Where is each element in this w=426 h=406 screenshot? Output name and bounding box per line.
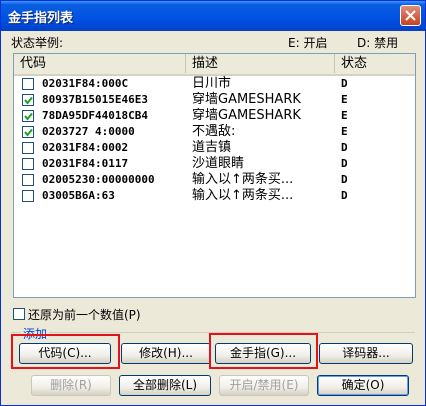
row-description: 道吉镇 bbox=[192, 140, 232, 155]
checkmark-icon bbox=[24, 112, 33, 121]
restore-label: 还原为前一个数值(P) bbox=[28, 308, 141, 322]
row-checkbox[interactable] bbox=[22, 78, 34, 90]
row-description: 输入以↑两条买... bbox=[192, 172, 294, 187]
row-checkbox[interactable] bbox=[22, 110, 34, 122]
row-status: D bbox=[341, 141, 348, 154]
column-header-status[interactable]: 状态 bbox=[335, 54, 415, 73]
row-status: D bbox=[341, 173, 348, 186]
checkmark-icon bbox=[24, 96, 33, 105]
row-checkbox[interactable] bbox=[22, 94, 34, 106]
delete-all-button[interactable]: 全部删除(L) bbox=[119, 375, 211, 396]
close-icon bbox=[405, 10, 416, 21]
restore-checkbox[interactable] bbox=[13, 308, 25, 320]
table-row[interactable]: 02031F84:000C 日川市 D bbox=[14, 76, 415, 92]
delete-button[interactable]: 删除(R) bbox=[31, 375, 111, 396]
row-code: 02031F84:0117 bbox=[42, 157, 129, 170]
decoder-button[interactable]: 译码器... bbox=[319, 343, 413, 364]
column-header-code[interactable]: 代码 bbox=[14, 54, 186, 73]
row-code: 0203727 4:0000 bbox=[42, 125, 135, 138]
ok-button[interactable]: 确定(O) bbox=[317, 375, 409, 396]
table-row[interactable]: 0203727 4:0000 不遇敌: E bbox=[14, 124, 415, 140]
table-row[interactable]: 03005B6A:63 输入以↑两条买... D bbox=[14, 188, 415, 204]
status-legend-enabled: E: 开启 bbox=[288, 36, 328, 50]
row-description: 输入以↑两条买... bbox=[192, 188, 294, 203]
row-status: D bbox=[341, 189, 348, 202]
toggle-button[interactable]: 开启/禁用(E) bbox=[219, 375, 309, 396]
table-row[interactable]: 78DA95DF44018CB4 穿墙GAMESHARK E bbox=[14, 108, 415, 124]
row-description: 日川市 bbox=[192, 76, 232, 91]
window-title: 金手指列表 bbox=[8, 11, 74, 26]
row-status: E bbox=[341, 109, 348, 122]
status-legend-disabled: D: 禁用 bbox=[357, 36, 399, 50]
restore-previous-value[interactable]: 还原为前一个数值(P) bbox=[13, 306, 141, 323]
table-row[interactable]: 80937B15015E46E3 穿墙GAMESHARK E bbox=[14, 92, 415, 108]
row-description: 不遇敌: bbox=[192, 124, 236, 139]
highlight-box-cheat bbox=[209, 333, 318, 369]
table-row[interactable]: 02005230:00000000 输入以↑两条买... D bbox=[14, 172, 415, 188]
row-description: 穿墙GAMESHARK bbox=[192, 92, 301, 107]
row-code: 03005B6A:63 bbox=[42, 189, 115, 202]
table-row[interactable]: 02031F84:0117 沙道眼睛 D bbox=[14, 156, 415, 172]
row-status: E bbox=[341, 93, 348, 106]
status-legend-label: 状态举例: bbox=[11, 36, 64, 50]
row-description: 沙道眼睛 bbox=[192, 156, 245, 171]
row-code: 80937B15015E46E3 bbox=[42, 93, 148, 106]
row-checkbox[interactable] bbox=[22, 174, 34, 186]
row-description: 穿墙GAMESHARK bbox=[192, 108, 301, 123]
row-checkbox[interactable] bbox=[22, 126, 34, 138]
row-code: 02005230:00000000 bbox=[42, 173, 155, 186]
row-checkbox[interactable] bbox=[22, 142, 34, 154]
row-status: D bbox=[341, 157, 348, 170]
cheat-listview[interactable]: 代码 描述 状态 02031F84:000C 日川市 D 80937B15015E46… bbox=[13, 53, 416, 298]
row-checkbox[interactable] bbox=[22, 158, 34, 170]
list-header: 代码 描述 状态 bbox=[14, 54, 415, 76]
highlight-box-code bbox=[11, 334, 120, 369]
close-button[interactable] bbox=[400, 5, 421, 26]
row-status: E bbox=[341, 125, 348, 138]
table-row[interactable]: 02031F84:0002 道吉镇 D bbox=[14, 140, 415, 156]
column-header-description[interactable]: 描述 bbox=[186, 54, 335, 73]
row-code: 02031F84:0002 bbox=[42, 141, 129, 154]
row-code: 02031F84:000C bbox=[42, 77, 129, 90]
cheat-list-window: 金手指列表 状态举例: E: 开启 D: 禁用 代码 描述 状态 02031F8… bbox=[0, 0, 426, 406]
title-bar[interactable]: 金手指列表 bbox=[1, 1, 425, 31]
modify-button[interactable]: 修改(H)... bbox=[121, 343, 211, 364]
checkmark-icon bbox=[24, 128, 33, 137]
row-status: D bbox=[341, 77, 348, 90]
row-code: 78DA95DF44018CB4 bbox=[42, 109, 148, 122]
row-checkbox[interactable] bbox=[22, 190, 34, 202]
